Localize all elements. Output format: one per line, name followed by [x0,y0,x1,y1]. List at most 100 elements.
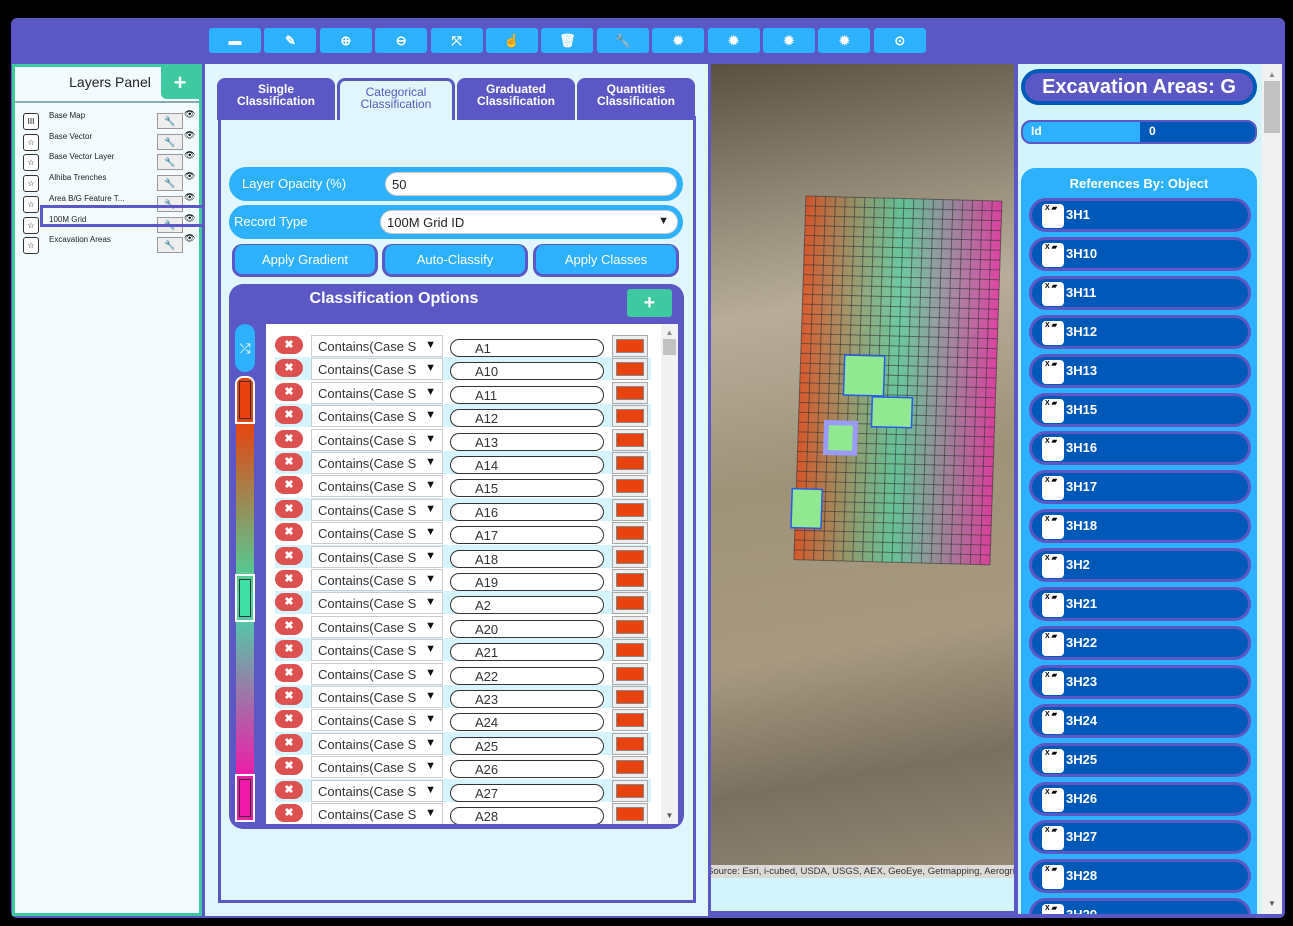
class-color-swatch[interactable] [612,428,648,451]
reference-item[interactable]: X ▰ 3H18 [1029,509,1251,544]
delete-class-button[interactable]: ✖ [275,663,303,682]
class-color-swatch[interactable] [612,358,648,381]
scroll-thumb[interactable] [663,339,676,355]
operator-select[interactable]: Contains(Case S ▼ [311,475,443,498]
gradient-stop-middle[interactable] [235,574,255,622]
class-value-input[interactable]: A12 [450,409,604,428]
operator-select[interactable]: Contains(Case S ▼ [311,592,443,615]
reference-item[interactable]: X ▰3H29 [1029,898,1251,914]
reference-item[interactable]: X ▰ 3H24 [1029,703,1251,738]
operator-select[interactable]: Contains(Case S ▼ [311,405,443,428]
class-value-input[interactable]: A20 [450,619,604,638]
operator-select[interactable]: Contains(Case S ▼ [311,686,443,708]
delete-class-button[interactable]: ✖ [275,804,303,822]
layer-settings-button[interactable]: 🔧 [157,113,183,129]
scroll-down-icon[interactable]: ▼ [661,811,678,820]
delete-class-button[interactable]: ✖ [275,616,303,635]
class-color-swatch[interactable] [612,732,648,755]
eye-icon[interactable]: 👁 [184,192,195,203]
reference-item[interactable]: X ▰ 3H10 [1029,236,1251,271]
toolbar-button-wrench[interactable]: 🔧 [596,28,649,53]
basemap-icon[interactable]: III [23,113,39,130]
layer-settings-button[interactable]: 🔧 [157,237,183,254]
layer-item[interactable]: III Base Map 🔧 👁 [21,109,201,131]
delete-class-button[interactable]: ✖ [275,499,303,518]
class-value-input[interactable]: A22 [450,666,604,685]
operator-select[interactable]: Contains(Case S ▼ [311,522,443,545]
reference-item[interactable]: X ▰ 3H21 [1029,587,1251,621]
toolbar-button-minus[interactable]: ▬ [209,28,261,53]
operator-select[interactable]: Contains(Case S ▼ [311,709,443,732]
reference-item[interactable]: X ▰ 3H25 [1029,742,1251,777]
toolbar-button-burst[interactable]: ✹ [818,28,871,53]
star-icon[interactable]: ☆ [23,195,39,213]
apply-classes-button[interactable]: Apply Classes [533,244,679,277]
gradient-stop-end[interactable] [235,774,255,822]
class-color-swatch[interactable] [612,709,648,732]
delete-class-button[interactable]: ✖ [275,453,303,471]
delete-class-button[interactable]: ✖ [275,336,303,354]
delete-class-button[interactable]: ✖ [275,382,303,401]
operator-select[interactable]: Contains(Case S ▼ [311,756,443,779]
class-list-scrollbar[interactable]: ▲ ▼ [661,324,678,824]
layer-settings-button[interactable]: 🔧 [157,133,183,150]
star-icon[interactable]: ☆ [23,216,39,234]
star-icon[interactable]: ☆ [23,175,39,193]
reference-item[interactable]: X ▰ 3H16 [1029,431,1251,466]
class-color-swatch[interactable] [612,779,648,802]
reference-item[interactable]: X ▰ 3H28 [1029,859,1251,894]
layer-item[interactable]: ☆ Base Vector 🔧 👁 [21,130,201,152]
delete-class-button[interactable]: ✖ [275,687,303,705]
delete-class-button[interactable]: ✖ [275,733,303,752]
delete-class-button[interactable]: ✖ [275,523,303,542]
class-color-swatch[interactable] [612,756,648,779]
shuffle-button[interactable]: ⤮ [235,324,255,372]
layer-item[interactable]: ☆ Excavation Areas 🔧 👁 [21,233,201,255]
delete-class-button[interactable]: ✖ [275,780,303,799]
auto-classify-button[interactable]: Auto-Classify [382,244,528,277]
class-value-input[interactable]: A23 [450,690,604,708]
reference-item[interactable]: X ▰ 3H13 [1029,353,1251,388]
layer-item[interactable]: ☆ Alhiba Trenches 🔧 👁 [21,171,201,193]
operator-select[interactable]: Contains(Case S ▼ [311,381,443,404]
reference-item[interactable]: X ▰ 3H22 [1029,625,1251,660]
class-color-swatch[interactable] [612,592,648,615]
scroll-up-icon[interactable]: ▲ [661,328,678,337]
toolbar-button-zoom-out[interactable]: ⊖ [375,28,428,53]
class-value-input[interactable]: A19 [450,573,604,591]
eye-icon[interactable]: 👁 [184,233,195,244]
class-value-input[interactable]: A14 [450,456,604,474]
class-value-input[interactable]: A27 [450,783,604,802]
apply-gradient-button[interactable]: Apply Gradient [232,244,378,277]
class-value-input[interactable]: A17 [450,526,604,545]
toolbar-button-pencil[interactable]: ✎ [264,28,317,53]
toolbar-button-fullscreen[interactable]: ⤧ [430,28,483,53]
class-color-swatch[interactable] [612,686,648,708]
eye-icon[interactable]: 👁 [184,171,195,182]
delete-class-button[interactable]: ✖ [275,359,303,378]
excavation-area[interactable] [790,487,824,530]
layer-item[interactable]: ☆ Base Vector Layer 🔧 👁 [21,150,201,172]
class-color-swatch[interactable] [612,452,648,474]
class-value-input[interactable]: A11 [450,385,604,404]
operator-select[interactable]: Contains(Case S ▼ [311,358,443,381]
eye-icon[interactable]: 👁 [184,130,195,141]
class-color-swatch[interactable] [612,498,648,521]
operator-select[interactable]: Contains(Case S ▼ [311,335,443,357]
toolbar-button-play-circle[interactable]: ⊙ [873,28,926,53]
delete-class-button[interactable]: ✖ [275,546,303,565]
layer-settings-button[interactable]: 🔧 [157,175,183,192]
eye-icon[interactable]: 👁 [184,150,195,161]
star-icon[interactable]: ☆ [23,133,39,151]
reference-item[interactable]: X ▰ 3H12 [1029,314,1251,349]
operator-select[interactable]: Contains(Case S ▼ [311,452,443,474]
class-color-swatch[interactable] [612,545,648,568]
tab-single-classification[interactable]: Single Classification [217,78,335,120]
operator-select[interactable]: Contains(Case S ▼ [311,662,443,685]
reference-item[interactable]: X ▰ 3H1 [1029,198,1251,232]
operator-select[interactable]: Contains(Case S ▼ [311,428,443,451]
delete-class-button[interactable]: ✖ [275,757,303,776]
tab-categorical-classification[interactable]: Categorical Classification [337,78,455,120]
class-color-swatch[interactable] [612,569,648,591]
class-value-input[interactable]: A18 [450,549,604,568]
